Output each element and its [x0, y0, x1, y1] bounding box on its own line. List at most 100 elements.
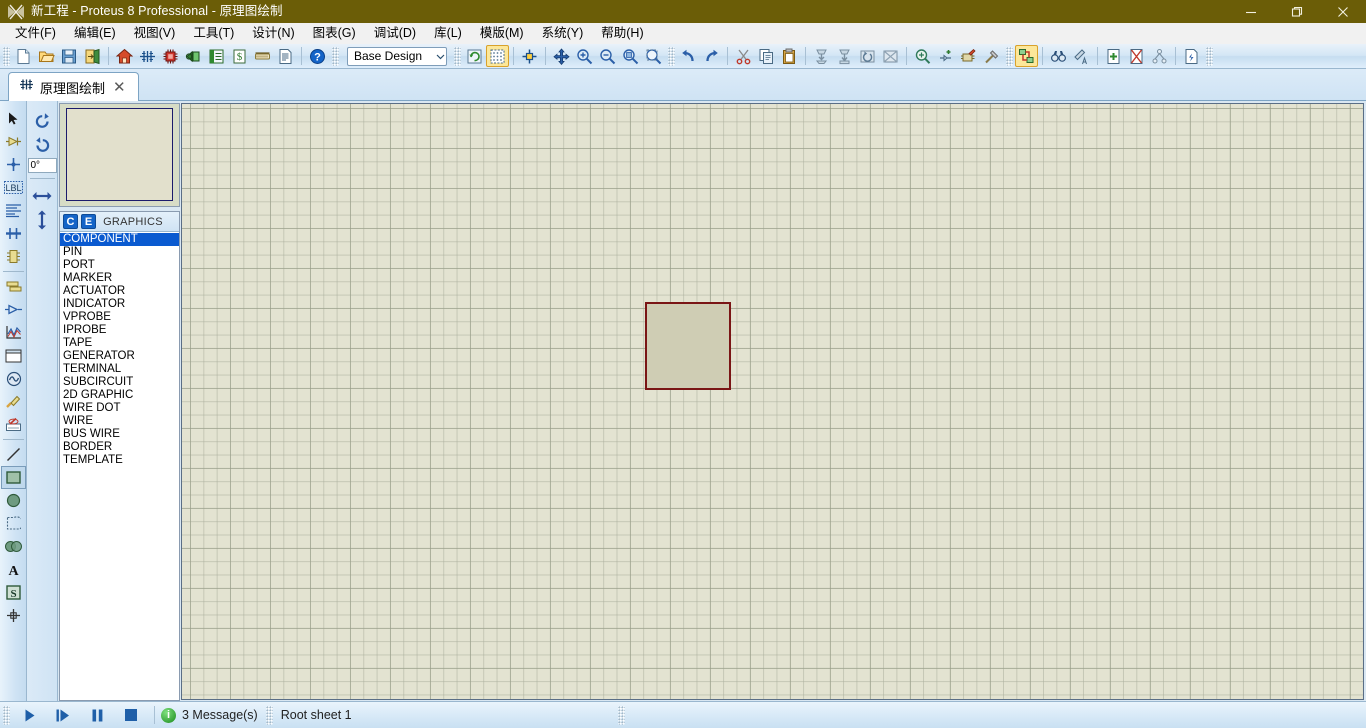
statusbar-grip[interactable] — [3, 705, 10, 725]
marker-tool-button[interactable] — [1, 604, 26, 627]
list-item[interactable]: SUBCIRCUIT — [60, 376, 179, 389]
autorouter-button[interactable] — [1015, 45, 1038, 67]
box-tool-button[interactable] — [1, 466, 26, 489]
pick-components-button[interactable]: C — [63, 214, 78, 229]
block-rotate-button[interactable] — [856, 45, 879, 67]
undo-button[interactable] — [677, 45, 700, 67]
pause-button[interactable] — [80, 703, 114, 727]
toolbar-grip[interactable] — [332, 46, 339, 66]
rotate-clockwise-button[interactable] — [29, 109, 56, 133]
property-assignment-button[interactable] — [1070, 45, 1093, 67]
symbol-tool-button[interactable]: S — [1, 581, 26, 604]
pcb-layout-button[interactable] — [159, 45, 182, 67]
list-item[interactable]: BORDER — [60, 441, 179, 454]
device-pin-mode-button[interactable] — [1, 298, 26, 321]
goto-sheet-button[interactable] — [1148, 45, 1171, 67]
redo-button[interactable] — [700, 45, 723, 67]
home-page-button[interactable] — [113, 45, 136, 67]
list-item[interactable]: BUS WIRE — [60, 428, 179, 441]
play-button[interactable] — [12, 703, 46, 727]
step-button[interactable] — [46, 703, 80, 727]
selection-mode-button[interactable] — [1, 107, 26, 130]
block-copy-button[interactable] — [810, 45, 833, 67]
menu-tools[interactable]: 工具(T) — [184, 24, 243, 44]
messages-area[interactable]: i 3 Message(s) — [161, 707, 258, 723]
origin-button[interactable] — [518, 45, 541, 67]
list-item[interactable]: IPROBE — [60, 324, 179, 337]
remove-sheet-button[interactable] — [1125, 45, 1148, 67]
packaging-tool-button[interactable] — [957, 45, 980, 67]
zoom-all-button[interactable] — [619, 45, 642, 67]
statusbar-grip[interactable] — [617, 705, 625, 725]
terminals-mode-button[interactable] — [1, 275, 26, 298]
block-delete-button[interactable] — [879, 45, 902, 67]
chevron-down-icon[interactable] — [429, 48, 446, 65]
menu-edit[interactable]: 编辑(E) — [65, 24, 125, 44]
stop-button[interactable] — [114, 703, 148, 727]
list-item[interactable]: PIN — [60, 246, 179, 259]
list-item[interactable]: MARKER — [60, 272, 179, 285]
drawn-rectangle[interactable] — [645, 302, 731, 390]
line-tool-button[interactable] — [1, 443, 26, 466]
list-item[interactable]: WIRE DOT — [60, 402, 179, 415]
mirror-vertical-button[interactable] — [29, 208, 56, 232]
help-button[interactable]: ? — [306, 45, 329, 67]
block-move-button[interactable] — [833, 45, 856, 67]
text-script-mode-button[interactable] — [1, 199, 26, 222]
make-device-button[interactable] — [934, 45, 957, 67]
menu-template[interactable]: 模版(M) — [471, 24, 533, 44]
rotation-angle-field[interactable]: 0° — [27, 158, 57, 173]
zoom-out-button[interactable] — [596, 45, 619, 67]
schematic-canvas[interactable] — [181, 103, 1364, 700]
toolbar-grip[interactable] — [3, 46, 10, 66]
tape-recorder-mode-button[interactable] — [1, 344, 26, 367]
list-item[interactable]: GENERATOR — [60, 350, 179, 363]
menu-system[interactable]: 系统(Y) — [533, 24, 593, 44]
pick-from-library-button[interactable] — [911, 45, 934, 67]
object-selector-list[interactable]: COMPONENT PIN PORT MARKER ACTUATOR INDIC… — [60, 232, 179, 700]
toolbar-grip[interactable] — [454, 46, 461, 66]
toolbar-grip[interactable] — [668, 46, 675, 66]
import-export-button[interactable] — [81, 45, 104, 67]
closed-path-tool-button[interactable] — [1, 535, 26, 558]
zoom-area-button[interactable] — [642, 45, 665, 67]
mirror-horizontal-button[interactable] — [29, 184, 56, 208]
menu-file[interactable]: 文件(F) — [6, 24, 65, 44]
bus-mode-button[interactable] — [1, 222, 26, 245]
new-project-button[interactable] — [12, 45, 35, 67]
menu-debug[interactable]: 调试(D) — [365, 24, 425, 44]
circle-tool-button[interactable] — [1, 489, 26, 512]
graph-mode-button[interactable] — [1, 321, 26, 344]
generator-mode-button[interactable] — [1, 367, 26, 390]
wire-label-mode-button[interactable]: LBL — [1, 176, 26, 199]
menu-design[interactable]: 设计(N) — [243, 24, 303, 44]
arc-tool-button[interactable] — [1, 512, 26, 535]
menu-help[interactable]: 帮助(H) — [592, 24, 652, 44]
save-project-button[interactable] — [58, 45, 81, 67]
list-item[interactable]: TEMPLATE — [60, 454, 179, 467]
voltage-probe-mode-button[interactable] — [1, 390, 26, 413]
list-item[interactable]: COMPONENT — [60, 233, 179, 246]
component-mode-button[interactable] — [1, 130, 26, 153]
overview-preview-panel[interactable] — [59, 103, 180, 207]
3d-visualizer-button[interactable] — [182, 45, 205, 67]
list-item[interactable]: VPROBE — [60, 311, 179, 324]
search-tag-button[interactable] — [1047, 45, 1070, 67]
new-sheet-button[interactable] — [1102, 45, 1125, 67]
list-item[interactable]: ACTUATOR — [60, 285, 179, 298]
edit-button[interactable]: E — [81, 214, 96, 229]
paste-button[interactable] — [778, 45, 801, 67]
toolbar-grip[interactable] — [1006, 46, 1013, 66]
report-button[interactable] — [274, 45, 297, 67]
menu-library[interactable]: 库(L) — [425, 24, 471, 44]
list-item[interactable]: 2D GRAPHIC — [60, 389, 179, 402]
tab-schematic-capture[interactable]: 原理图绘制 ✕ — [8, 72, 139, 101]
schematic-capture-button[interactable] — [136, 45, 159, 67]
decompose-button[interactable] — [980, 45, 1003, 67]
list-item[interactable]: INDICATOR — [60, 298, 179, 311]
statusbar-grip[interactable] — [265, 705, 273, 725]
text-tool-button[interactable]: A — [1, 558, 26, 581]
toggle-grid-button[interactable] — [486, 45, 509, 67]
copy-button[interactable] — [755, 45, 778, 67]
cut-button[interactable] — [732, 45, 755, 67]
